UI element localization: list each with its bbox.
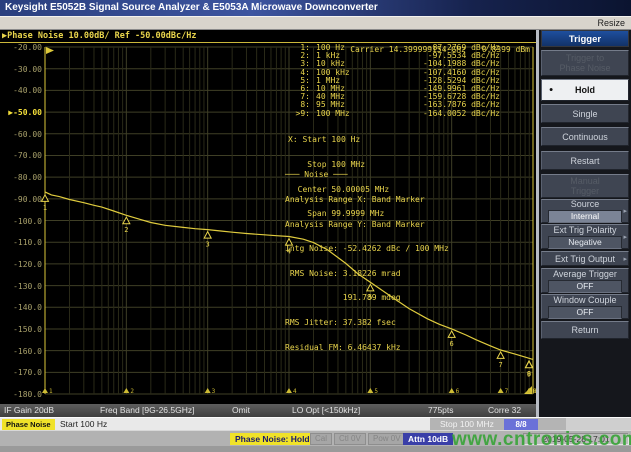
omit-readout: Omit <box>232 405 250 416</box>
window-title: Keysight E5052B Signal Source Analyzer &… <box>5 2 378 13</box>
resize-button[interactable]: Resize <box>597 18 625 28</box>
softkey-window-couple[interactable]: Window Couple OFF <box>541 294 629 319</box>
svg-text:7: 7 <box>499 361 503 369</box>
svg-text:3: 3 <box>212 388 216 395</box>
softkey-single[interactable]: Single <box>541 104 629 123</box>
toolbar-strip: Resize <box>0 16 631 30</box>
menu-header-trigger: Trigger <box>541 30 629 47</box>
attenuation-status-chip: Attn 10dB <box>403 433 453 445</box>
svg-text:6: 6 <box>450 340 454 348</box>
measurement-mode-chip: Phase Noise <box>2 419 55 430</box>
svg-text:5: 5 <box>374 388 378 395</box>
main-area: ▶Phase Noise 10.00dB/ Ref -50.00dBc/Hz 1… <box>0 30 631 417</box>
softkey-manual-trigger[interactable]: Manual Trigger <box>541 174 629 198</box>
measurement-status-chip: Phase Noise: Hold <box>230 433 315 445</box>
if-gain-readout: IF Gain 20dB <box>4 405 54 416</box>
app-window: Keysight E5052B Signal Source Analyzer &… <box>0 0 631 452</box>
noise-analysis-readout: ─── Noise ─── Analysis Range X: Band Mar… <box>285 155 449 368</box>
softkey-return[interactable]: Return <box>541 321 629 339</box>
marker-table: 1:100 Hz-87.2769 dBc/Hz 2:1 kHz-97.5534 … <box>288 44 500 118</box>
lo-opt-readout: LO Opt [<150kHz] <box>292 405 360 416</box>
pow-status-chip: Pow 0V <box>368 433 406 445</box>
softkey-average-trigger[interactable]: Average Trigger OFF <box>541 268 629 293</box>
softkey-ext-trig-polarity[interactable]: Ext Trig Polarity Negative ▸ <box>541 224 629 249</box>
svg-text:9: 9 <box>527 370 531 378</box>
window-titlebar: Keysight E5052B Signal Source Analyzer &… <box>0 0 631 16</box>
softkey-ext-trig-output[interactable]: Ext Trig Output ▸ <box>541 251 629 266</box>
freq-band-readout: Freq Band [9G-26.5GHz] <box>100 405 195 416</box>
submenu-arrow-icon: ▸ <box>623 255 627 263</box>
config-status-bar: IF Gain 20dB Freq Band [9G-26.5GHz] Omit… <box>0 404 536 417</box>
softkey-continuous[interactable]: Continuous <box>541 127 629 146</box>
phase-noise-plot: ▶Phase Noise 10.00dB/ Ref -50.00dBc/Hz 1… <box>0 30 536 404</box>
softkey-hold[interactable]: ● Hold <box>541 79 629 101</box>
softkey-menu: Trigger Trigger to Phase Noise ● Hold Si… <box>536 30 631 417</box>
softkey-trigger-to-phase-noise[interactable]: Trigger to Phase Noise <box>541 50 629 76</box>
selected-bullet-icon: ● <box>549 87 553 94</box>
submenu-arrow-icon: ▸ <box>623 207 627 215</box>
svg-text:4: 4 <box>293 388 297 395</box>
svg-text:7: 7 <box>505 388 509 395</box>
svg-text:2: 2 <box>124 226 128 234</box>
watermark-text: www.cntronics.com <box>452 429 631 451</box>
submenu-arrow-icon: ▸ <box>623 233 627 241</box>
cal-status-chip: Cal <box>310 433 332 445</box>
svg-text:3: 3 <box>206 241 210 249</box>
trace-header: ▶Phase Noise 10.00dB/ Ref -50.00dBc/Hz <box>0 30 536 43</box>
correlation-readout: Corre 32 <box>488 405 521 416</box>
start-frequency-readout: Start 100 Hz <box>60 419 107 430</box>
softkey-source[interactable]: Source Internal ▸ <box>541 199 629 223</box>
trace-scale-label: Phase Noise 10.00dB/ Ref -50.00dBc/Hz <box>7 31 196 41</box>
points-readout: 775pts <box>428 405 454 416</box>
svg-text:1: 1 <box>49 388 53 395</box>
svg-text:2: 2 <box>130 388 134 395</box>
softkey-restart[interactable]: Restart <box>541 151 629 170</box>
measurement-area: ▶Phase Noise 10.00dB/ Ref -50.00dBc/Hz 1… <box>0 30 536 417</box>
svg-text:6: 6 <box>456 388 460 395</box>
marker-row: >9:100 MHz-164.0052 dBc/Hz <box>288 110 500 118</box>
svg-text:1: 1 <box>43 204 47 212</box>
ctl-status-chip: Ctl 0V <box>334 433 366 445</box>
